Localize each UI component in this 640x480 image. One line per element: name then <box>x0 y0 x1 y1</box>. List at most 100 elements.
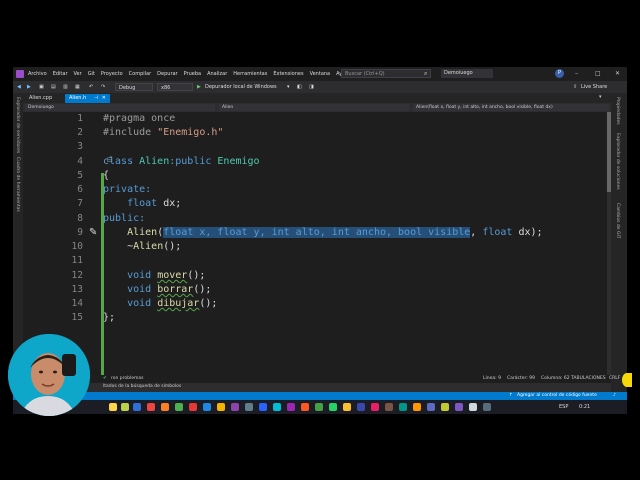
close-icon[interactable]: ✕ <box>615 70 620 77</box>
paren: (); <box>163 241 182 252</box>
pin-icon[interactable]: ⊣ <box>94 95 98 101</box>
taskbar-app-icon[interactable] <box>441 403 449 411</box>
language-indicator[interactable]: ESP <box>559 404 568 410</box>
taskbar-app-icon[interactable] <box>273 403 281 411</box>
minimize-icon[interactable]: – <box>575 70 578 77</box>
taskbar-app-icon[interactable] <box>161 403 169 411</box>
line-number: 1 <box>77 113 83 124</box>
menu-ver[interactable]: Ver <box>74 71 82 77</box>
taskbar-app-icon[interactable] <box>371 403 379 411</box>
scope-dropdown[interactable]: Alien <box>219 104 409 111</box>
taskbar-app-icon[interactable] <box>203 403 211 411</box>
run-debugger-button[interactable]: Depurador local de Windows <box>205 83 277 91</box>
toolbox-tab[interactable]: Cuadro de herramientas <box>15 157 20 212</box>
menu-analizar[interactable]: Analizar <box>207 71 227 77</box>
taskbar-app-icon[interactable] <box>217 403 225 411</box>
search-icon[interactable]: ⌕ <box>424 70 427 78</box>
save-all-icon[interactable]: ▦ <box>75 83 80 91</box>
taskbar-app-icon[interactable] <box>329 403 337 411</box>
menu-depurar[interactable]: Depurar <box>157 71 177 77</box>
taskbar-app-icon[interactable] <box>121 403 129 411</box>
menu-git[interactable]: Git <box>88 71 95 77</box>
menu-editar[interactable]: Editar <box>53 71 68 77</box>
member-dropdown[interactable]: Alien(float x, float y, int alto, int an… <box>413 104 609 111</box>
properties-tab[interactable]: Propiedades <box>615 97 620 125</box>
taskbar-app-icon[interactable] <box>413 403 421 411</box>
string-literal: "Enemigo.h" <box>157 127 224 138</box>
clock[interactable]: 0:21 <box>579 404 590 410</box>
git-changes-tab[interactable]: Cambios de GIT <box>615 203 620 239</box>
quick-actions-icon[interactable]: ✎ <box>89 227 97 238</box>
menu-prueba[interactable]: Prueba <box>184 71 201 77</box>
config-select[interactable]: Debug <box>115 83 153 91</box>
selected-text[interactable]: float x, float y, int alto, int ancho, b… <box>163 227 471 238</box>
tool-icon[interactable]: ◨ <box>309 83 314 91</box>
close-tab-icon[interactable]: ✕ <box>102 95 106 101</box>
line-number: 11 <box>71 255 83 266</box>
bell-icon[interactable]: ♪ <box>613 393 616 398</box>
open-icon[interactable]: ▤ <box>51 83 56 91</box>
identifier: dx); <box>518 227 543 238</box>
scrollbar-thumb[interactable] <box>607 112 611 192</box>
menu-bar: Archivo Editar Ver Git Proyecto Compilar… <box>13 67 627 81</box>
taskbar-app-icon[interactable] <box>385 403 393 411</box>
undo-icon[interactable]: ↶ <box>89 83 93 91</box>
code-line-15: }; <box>103 312 115 323</box>
taskbar-app-icon[interactable] <box>455 403 463 411</box>
taskbar-app-icon[interactable] <box>315 403 323 411</box>
output-panel: ltados de la búsqueda de símbolos <box>23 383 611 392</box>
tool-icon[interactable]: ▾ <box>287 83 290 91</box>
source-control-button[interactable]: Agregar al control de código fuente <box>517 393 597 398</box>
tool-icon[interactable]: ◧ <box>297 83 302 91</box>
taskbar-app-icon[interactable] <box>343 403 351 411</box>
taskbar-app-icon[interactable] <box>469 403 477 411</box>
taskbar-app-icon[interactable] <box>133 403 141 411</box>
taskbar-app-icon[interactable] <box>287 403 295 411</box>
eol-indicator[interactable]: CRLF <box>609 376 620 381</box>
new-file-icon[interactable]: ▣ <box>39 83 44 91</box>
back-icon[interactable]: ◀ <box>17 83 21 91</box>
taskbar-app-icon[interactable] <box>301 403 309 411</box>
chevron-down-icon[interactable]: ▾ <box>599 94 602 100</box>
project-dropdown[interactable]: Demoiuego <box>25 104 215 111</box>
menu-ventana[interactable]: Ventana <box>310 71 331 77</box>
menu-extensiones[interactable]: Extensiones <box>273 71 303 77</box>
paren: (); <box>193 284 212 295</box>
tab-alien-cpp[interactable]: Alien.cpp <box>25 94 56 103</box>
taskbar-app-icon[interactable] <box>147 403 155 411</box>
taskbar-app-icon[interactable] <box>245 403 253 411</box>
live-share-icon[interactable]: ⇪ <box>573 83 577 91</box>
server-explorer-tab[interactable]: Explorador de servidores <box>15 97 20 153</box>
search-input[interactable]: Buscar (Ctrl+Q) <box>341 69 431 78</box>
solution-explorer-tab[interactable]: Explorador de soluciones <box>615 133 620 190</box>
live-share-button[interactable]: Live Share <box>581 83 607 91</box>
problems-label[interactable]: ron problemas <box>111 376 144 381</box>
line-number: 3 <box>77 141 83 152</box>
tab-alien-h[interactable]: Alien.h ⊣ ✕ <box>65 94 110 103</box>
taskbar-app-icon[interactable] <box>189 403 197 411</box>
code-editor[interactable]: 1 2 3 4 5 6 7 8 9 10 11 12 13 14 15 ✎ ⊟ … <box>23 112 611 386</box>
menu-proyecto[interactable]: Proyecto <box>101 71 123 77</box>
play-icon[interactable]: ▶ <box>197 83 201 91</box>
menu-archivo[interactable]: Archivo <box>28 71 47 77</box>
taskbar-app-icon[interactable] <box>231 403 239 411</box>
find-symbol-results-tab[interactable]: ltados de la búsqueda de símbolos <box>103 384 181 389</box>
taskbar-app-icon[interactable] <box>399 403 407 411</box>
taskbar-app-icon[interactable] <box>357 403 365 411</box>
tabs-indicator[interactable]: TABULACIONES <box>571 376 606 381</box>
save-icon[interactable]: ▥ <box>63 83 68 91</box>
taskbar-app-icon[interactable] <box>259 403 267 411</box>
menu-herramientas[interactable]: Herramientas <box>233 71 267 77</box>
avatar[interactable]: P <box>555 69 564 78</box>
maximize-icon[interactable]: □ <box>595 70 601 77</box>
menu-compilar[interactable]: Compilar <box>129 71 152 77</box>
line-number: 13 <box>71 284 83 295</box>
forward-icon[interactable]: ▶ <box>27 83 31 91</box>
taskbar-app-icon[interactable] <box>483 403 491 411</box>
platform-select[interactable]: x86 <box>157 83 193 91</box>
taskbar-app-icon[interactable] <box>427 403 435 411</box>
redo-icon[interactable]: ↷ <box>101 83 105 91</box>
taskbar-app-icon[interactable] <box>175 403 183 411</box>
taskbar-app-icon[interactable] <box>109 403 117 411</box>
status-bar: ↑ Agregar al control de código fuente ♪ <box>13 392 627 400</box>
